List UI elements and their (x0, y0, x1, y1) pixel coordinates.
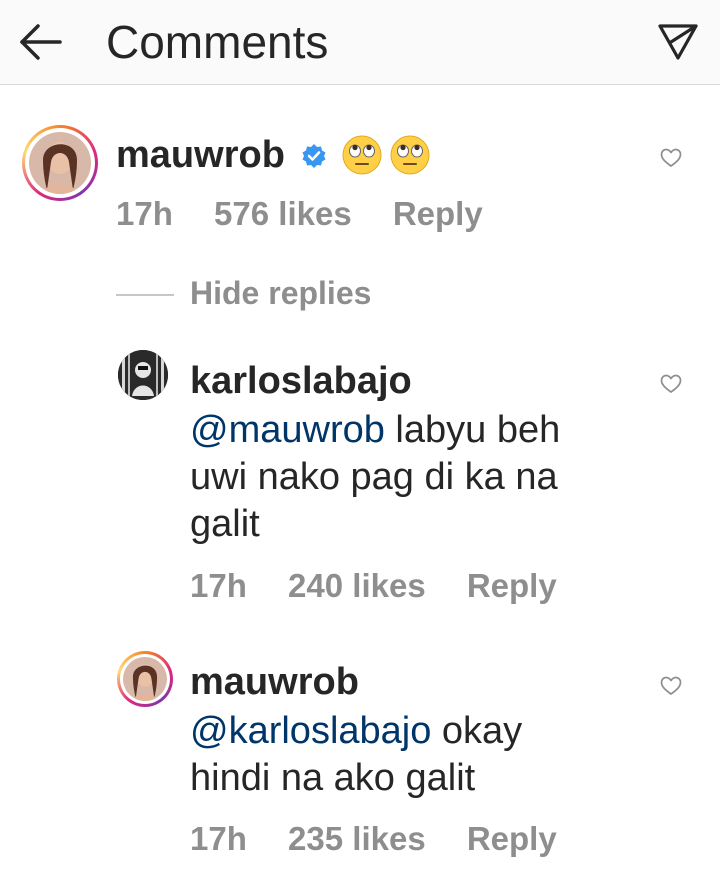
reply-likes[interactable]: 240 likes (288, 567, 426, 604)
reply-meta: 17h 240 likes Reply (190, 566, 589, 606)
reply-button[interactable]: Reply (393, 195, 483, 232)
reply-text: @karloslabajo okay hindi na ako galit (190, 708, 610, 802)
top-bar: Comments (0, 0, 720, 85)
reply-username[interactable]: mauwrob (190, 660, 359, 704)
eye-roll-emoji-icon (342, 135, 382, 175)
page-title: Comments (106, 16, 329, 68)
comment-username[interactable]: mauwrob (116, 133, 285, 177)
reply-username[interactable]: karloslabajo (190, 359, 412, 403)
verified-badge-icon (302, 144, 326, 168)
like-heart-icon[interactable] (660, 148, 682, 168)
like-heart-icon[interactable] (660, 676, 682, 696)
reply-likes[interactable]: 235 likes (288, 820, 426, 857)
reply-button[interactable]: Reply (467, 567, 557, 604)
reply-meta: 17h 235 likes Reply (190, 819, 589, 859)
avatar[interactable] (29, 132, 91, 194)
avatar[interactable] (118, 350, 168, 400)
avatar[interactable] (123, 657, 167, 701)
comment-meta: 17h 576 likes Reply (116, 194, 515, 234)
comment-likes[interactable]: 576 likes (214, 195, 352, 232)
comment-time: 17h (116, 195, 173, 232)
hide-replies-button[interactable]: Hide replies (190, 273, 371, 313)
like-heart-icon[interactable] (660, 374, 682, 394)
back-arrow-icon[interactable] (18, 22, 62, 62)
mention-link[interactable]: @mauwrob (190, 409, 385, 451)
reply-time: 17h (190, 567, 247, 604)
mention-link[interactable]: @karloslabajo (190, 710, 431, 752)
reply-button[interactable]: Reply (467, 820, 557, 857)
divider-line (116, 294, 174, 296)
send-icon[interactable] (657, 22, 699, 62)
reply-time: 17h (190, 820, 247, 857)
reply-text: @mauwrob labyu beh uwi nako pag di ka na… (190, 407, 620, 548)
eye-roll-emoji-icon (390, 135, 430, 175)
